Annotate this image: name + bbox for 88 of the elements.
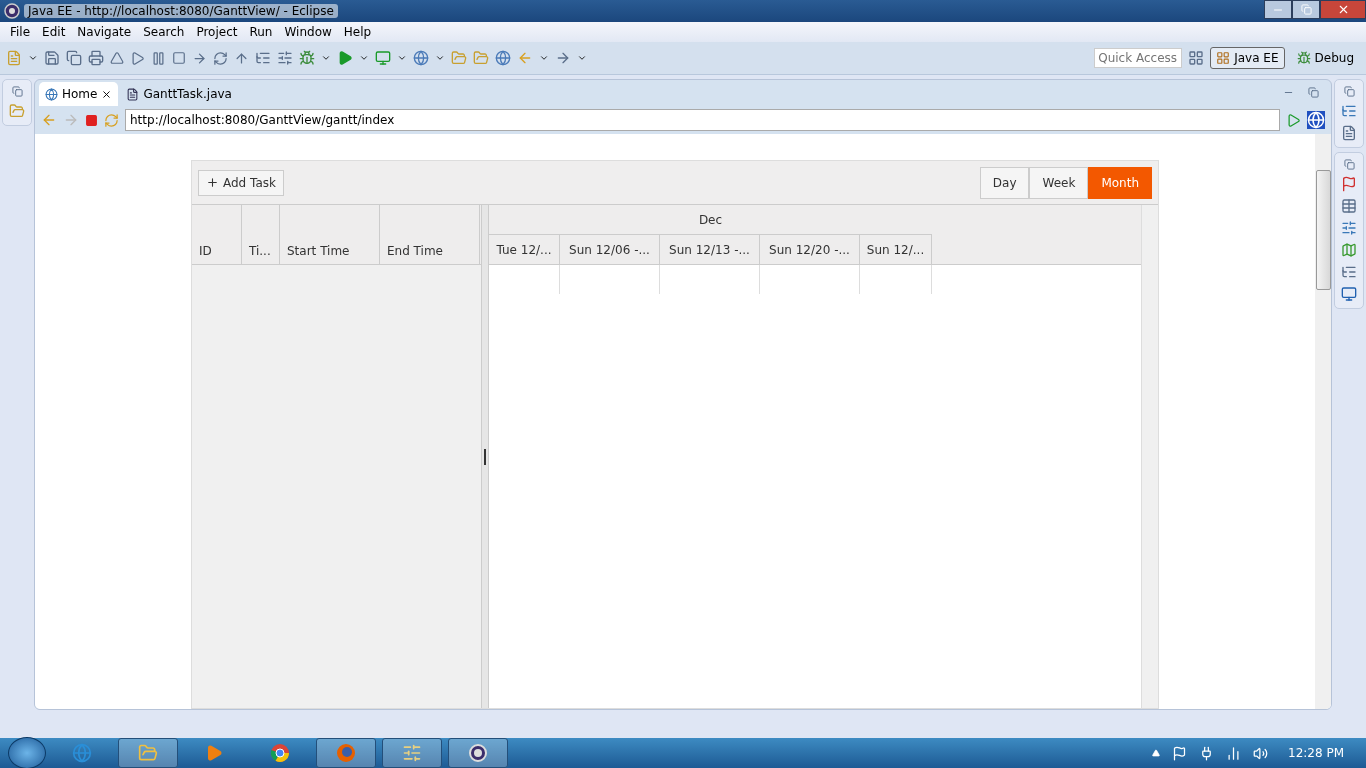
close-button[interactable]	[1320, 0, 1366, 19]
editor-tab[interactable]: Home	[39, 82, 119, 106]
caret-icon	[539, 53, 549, 63]
window-title: Java EE - http://localhost:8080/GanttView/ - Eclipse	[24, 4, 338, 18]
menu-item[interactable]: Help	[337, 25, 378, 39]
taskbar-app[interactable]	[448, 738, 508, 768]
plus-icon	[206, 176, 219, 189]
stop-icon[interactable]	[85, 113, 98, 127]
menu-item[interactable]: Run	[243, 25, 279, 39]
scrollbar[interactable]	[1315, 134, 1331, 709]
pause-icon[interactable]	[151, 50, 166, 66]
caret-icon	[28, 53, 38, 63]
volume-icon	[1253, 745, 1268, 761]
flag-icon	[1172, 745, 1187, 761]
view-button[interactable]: Week	[1029, 166, 1089, 199]
power-icon	[1199, 745, 1214, 761]
run-icon[interactable]	[337, 50, 353, 66]
restore-icon[interactable]	[1308, 87, 1319, 98]
menu-item[interactable]: Project	[190, 25, 244, 39]
minimize-button[interactable]	[1264, 0, 1292, 19]
sliders-icon[interactable]	[1341, 220, 1357, 236]
week-header: Sun 12/...	[860, 235, 932, 264]
close-icon[interactable]	[101, 88, 113, 100]
start-button[interactable]	[8, 737, 46, 768]
bug-icon	[1296, 51, 1311, 65]
go-icon[interactable]	[1286, 112, 1301, 128]
taskbar-app[interactable]	[382, 738, 442, 768]
table-icon[interactable]	[1341, 198, 1357, 214]
globe-icon[interactable]	[413, 50, 429, 66]
week-header: Sun 12/13 -...	[660, 235, 760, 264]
column-header[interactable]: End Time	[380, 205, 480, 264]
caret-icon	[321, 53, 331, 63]
month-header: Dec	[489, 205, 932, 235]
url-field[interactable]: http://localhost:8080/GanttView/gantt/index	[125, 109, 1280, 131]
forward-icon[interactable]	[555, 50, 571, 66]
taskbar-app[interactable]	[118, 738, 178, 768]
quick-access-field[interactable]: Quick Access	[1094, 48, 1183, 68]
restore-icon[interactable]	[1343, 159, 1355, 170]
caret-icon	[359, 53, 369, 63]
play-icon	[205, 744, 223, 762]
column-header[interactable]: ID	[192, 205, 242, 264]
add-task-button[interactable]: Add Task	[198, 169, 284, 196]
menu-item[interactable]: Window	[278, 25, 338, 39]
globe-icon[interactable]	[495, 50, 511, 66]
print-icon[interactable]	[88, 50, 104, 66]
column-header[interactable]: Start Time	[280, 205, 380, 264]
caret-icon	[397, 53, 407, 63]
list-icon[interactable]	[255, 50, 271, 66]
globe-icon	[45, 87, 58, 101]
map-icon[interactable]	[1341, 242, 1357, 258]
week-header: Sun 12/20 -...	[760, 235, 860, 264]
column-header[interactable]: Ti...	[242, 205, 280, 264]
open-perspective-icon[interactable]	[1188, 50, 1205, 66]
file-icon	[126, 87, 140, 101]
restore-icon[interactable]	[1343, 86, 1355, 97]
signal-icon	[1226, 745, 1241, 761]
week-header: Sun 12/06 -...	[560, 235, 660, 264]
menu-item[interactable]: Search	[137, 25, 191, 39]
perspective-button[interactable]: Debug	[1290, 47, 1360, 69]
folder-icon[interactable]	[9, 103, 25, 119]
view-button[interactable]: Day	[979, 166, 1030, 199]
document-icon[interactable]	[1341, 125, 1357, 141]
resume-icon[interactable]	[130, 50, 145, 66]
restore-icon	[1300, 4, 1312, 15]
menu-item[interactable]: Navigate	[71, 25, 138, 39]
show-hidden-icon	[1152, 749, 1160, 757]
save-icon[interactable]	[44, 50, 60, 66]
save-all-icon[interactable]	[66, 50, 82, 66]
caret-icon	[577, 53, 587, 63]
outline-icon[interactable]	[1341, 103, 1357, 119]
folder-icon	[138, 743, 158, 763]
menu-item[interactable]: File	[4, 25, 37, 39]
list-icon[interactable]	[1341, 264, 1357, 280]
clock: 12:28 PM	[1288, 746, 1344, 760]
stop-icon[interactable]	[172, 51, 186, 65]
restore-icon[interactable]	[11, 86, 23, 97]
perspective-button[interactable]: Java EE	[1210, 47, 1285, 69]
grid-icon	[1216, 51, 1231, 65]
caret-icon	[435, 53, 445, 63]
list-icon[interactable]	[277, 50, 293, 66]
firefox-icon	[336, 743, 356, 763]
bug-icon[interactable]	[299, 50, 315, 66]
console-icon[interactable]	[1341, 286, 1357, 302]
maximize-button[interactable]	[1292, 0, 1320, 19]
editor-tab[interactable]: GanttTask.java	[120, 82, 238, 106]
menu-item[interactable]: Edit	[36, 25, 72, 39]
week-header: Tue 12/...	[489, 235, 560, 264]
chrome-icon	[270, 743, 290, 763]
